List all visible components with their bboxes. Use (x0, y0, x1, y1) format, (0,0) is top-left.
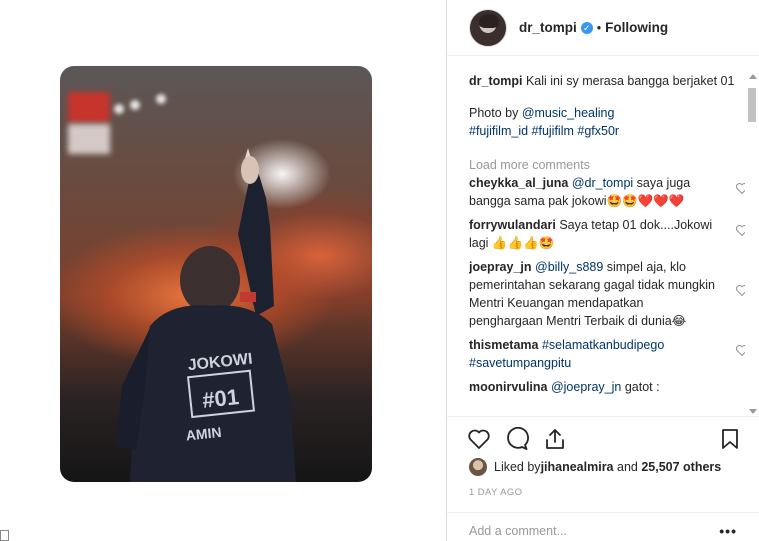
comment-mention[interactable]: @joepray_jn (551, 380, 621, 394)
comment-username[interactable]: thismetama (469, 338, 538, 352)
header-bullet: • (596, 20, 602, 35)
share-upload-icon[interactable] (543, 427, 567, 451)
caption: dr_tompi Kali ini sy merasa bangga berja… (469, 72, 745, 140)
comments-list: dr_tompi Kali ini sy merasa bangga berja… (469, 72, 745, 412)
photo-credit-mention[interactable]: @music_healing (522, 106, 615, 120)
person-silhouette: JOKOWI #01 AMIN (116, 148, 296, 482)
broken-image-icon (0, 530, 9, 541)
comment-item: cheykka_al_juna @dr_tompi saya juga bang… (469, 174, 745, 210)
like-comment-heart-icon[interactable] (735, 284, 745, 296)
comment-item: thismetama #selamatkanbudipego #savetump… (469, 336, 745, 372)
more-options-icon[interactable]: ••• (719, 523, 737, 539)
like-heart-icon[interactable] (467, 427, 491, 451)
post-photo[interactable]: JOKOWI #01 AMIN (60, 66, 372, 482)
post-timestamp[interactable]: 1 DAY AGO (469, 487, 522, 498)
comment-username[interactable]: forrywulandari (469, 218, 556, 232)
verified-badge-icon: ✓ (580, 21, 593, 34)
comment-item: moonirvulina @joepray_jn gatot : (469, 378, 745, 396)
svg-text:#01: #01 (201, 384, 240, 413)
add-comment-input[interactable]: Add a comment... (469, 524, 567, 538)
likes-prefix: Liked by (494, 460, 541, 474)
comment-username[interactable]: joepray_jn (469, 260, 532, 274)
author-username[interactable]: dr_tompi (519, 20, 577, 35)
post-actions-bar (447, 416, 759, 458)
scroll-down-arrow-icon[interactable] (749, 409, 757, 414)
load-more-comments-button[interactable]: Load more comments (469, 156, 745, 174)
caption-username[interactable]: dr_tompi (469, 74, 522, 88)
caption-text: Kali ini sy merasa bangga berjaket 01 (525, 74, 735, 88)
liker-username[interactable]: jihanealmira (541, 460, 614, 474)
comment-username[interactable]: moonirvulina (469, 380, 547, 394)
like-comment-heart-icon[interactable] (735, 344, 745, 356)
like-comment-heart-icon[interactable] (735, 182, 745, 194)
comments-scrollbar[interactable] (747, 74, 757, 414)
author-avatar[interactable] (469, 8, 507, 47)
like-comment-heart-icon[interactable] (735, 224, 745, 236)
likes-count-button[interactable]: 25,507 others (641, 460, 721, 474)
comment-mention[interactable]: @billy_s889 (535, 260, 603, 274)
comment-item: joepray_jn @billy_s889 simpel aja, klo p… (469, 258, 745, 330)
scroll-up-arrow-icon[interactable] (749, 74, 757, 79)
liker-avatar[interactable] (469, 458, 487, 476)
add-comment-bar: Add a comment... ••• (447, 512, 759, 541)
comment-username[interactable]: cheykka_al_juna (469, 176, 568, 190)
post-header: dr_tompi ✓ • Following (447, 0, 759, 56)
likes-middle: and (613, 460, 642, 474)
comment-text: gatot : (621, 380, 660, 394)
comment-item: forrywulandari Saya tetap 01 dok....Joko… (469, 216, 745, 252)
save-bookmark-icon[interactable] (718, 427, 742, 451)
media-pane: JOKOWI #01 AMIN (0, 0, 446, 541)
following-button[interactable]: Following (605, 20, 668, 35)
photo-credit-label: Photo by (469, 106, 522, 120)
caption-hashtags[interactable]: #fujifilm_id #fujifilm #gfx50r (469, 124, 619, 138)
likes-summary: Liked by jihanealmira and 25,507 others (469, 458, 721, 476)
comment-bubble-icon[interactable] (505, 427, 529, 451)
comment-mention[interactable]: @dr_tompi (572, 176, 633, 190)
post-details-panel: dr_tompi ✓ • Following dr_tompi Kali ini… (447, 0, 759, 541)
scrollbar-thumb[interactable] (748, 88, 756, 122)
